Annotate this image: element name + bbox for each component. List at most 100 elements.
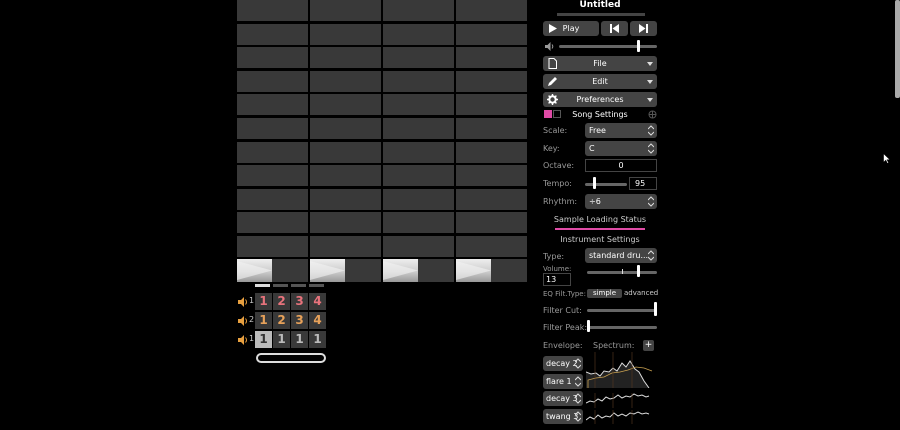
bar-2[interactable] bbox=[310, 0, 381, 282]
pattern-cell[interactable]: 1 bbox=[291, 331, 308, 348]
pattern-cell[interactable]: 3 bbox=[291, 293, 308, 310]
note-cell[interactable] bbox=[310, 23, 381, 45]
note-cell[interactable] bbox=[383, 118, 454, 139]
speaker-icon[interactable] bbox=[237, 296, 249, 308]
instrument-type-select[interactable]: standard dru... bbox=[585, 248, 657, 263]
speaker-icon[interactable] bbox=[237, 334, 249, 346]
spectrum-graph[interactable] bbox=[586, 393, 657, 408]
note-cell[interactable] bbox=[237, 165, 308, 187]
edit-menu[interactable]: Edit bbox=[543, 74, 657, 89]
drum-note[interactable] bbox=[456, 259, 491, 282]
tempo-slider[interactable] bbox=[585, 183, 627, 186]
note-cell[interactable] bbox=[237, 118, 308, 139]
key-select[interactable]: C bbox=[585, 141, 657, 156]
scale-select[interactable]: Free bbox=[585, 123, 657, 138]
note-cell[interactable] bbox=[310, 118, 381, 139]
note-cell[interactable] bbox=[237, 70, 308, 92]
note-cell[interactable] bbox=[237, 0, 308, 21]
pattern-cell[interactable]: 4 bbox=[309, 293, 326, 310]
envelope-select-2[interactable]: flare 1 bbox=[543, 374, 583, 389]
note-cell[interactable] bbox=[237, 188, 308, 210]
next-bar-button[interactable] bbox=[630, 21, 657, 36]
note-cell[interactable] bbox=[456, 23, 527, 45]
note-cell[interactable] bbox=[237, 23, 308, 45]
expand-icon[interactable] bbox=[648, 110, 657, 119]
play-button[interactable]: Play bbox=[543, 21, 599, 36]
speaker-icon[interactable] bbox=[237, 315, 249, 327]
note-cell[interactable] bbox=[456, 141, 527, 163]
instrument-volume-knob[interactable] bbox=[637, 265, 640, 277]
note-cell[interactable] bbox=[383, 165, 454, 187]
note-cell[interactable] bbox=[310, 47, 381, 69]
note-cell[interactable] bbox=[456, 0, 527, 21]
drum-note[interactable] bbox=[383, 259, 418, 282]
note-cell[interactable] bbox=[310, 236, 381, 257]
drum-note[interactable] bbox=[237, 259, 272, 282]
envelope-select-1[interactable]: decay 2 bbox=[543, 356, 583, 371]
page-scrollbar[interactable] bbox=[895, 0, 900, 98]
note-cell[interactable] bbox=[237, 94, 308, 116]
note-cell[interactable] bbox=[237, 141, 308, 163]
master-volume-knob[interactable] bbox=[637, 40, 640, 52]
pattern-cell[interactable]: 2 bbox=[273, 312, 290, 329]
filter-peak-knob[interactable] bbox=[587, 320, 590, 332]
sample-loading-status[interactable]: Sample Loading Status bbox=[541, 215, 659, 224]
note-cell[interactable] bbox=[310, 0, 381, 21]
add-envelope-button[interactable]: + bbox=[643, 340, 654, 351]
note-cell[interactable] bbox=[237, 236, 308, 257]
note-cell[interactable] bbox=[383, 94, 454, 116]
note-cell[interactable] bbox=[383, 188, 454, 210]
prev-bar-button[interactable] bbox=[601, 21, 628, 36]
pattern-cell-selected[interactable]: 1 bbox=[255, 331, 272, 348]
rhythm-select[interactable]: ÷6 bbox=[585, 194, 657, 209]
note-cell[interactable] bbox=[456, 47, 527, 69]
note-cell[interactable] bbox=[383, 23, 454, 45]
note-cell[interactable] bbox=[383, 141, 454, 163]
note-cell[interactable] bbox=[383, 47, 454, 69]
pattern-cell[interactable]: 1 bbox=[255, 293, 272, 310]
pattern-cell[interactable]: 1 bbox=[255, 312, 272, 329]
eq-simple-button[interactable]: simple bbox=[587, 289, 622, 298]
note-cell[interactable] bbox=[383, 0, 454, 21]
bar-3[interactable] bbox=[383, 0, 454, 282]
note-cell[interactable] bbox=[456, 118, 527, 139]
note-cell[interactable] bbox=[310, 165, 381, 187]
note-cell[interactable] bbox=[383, 70, 454, 92]
spectrum-graph[interactable] bbox=[586, 352, 657, 388]
note-cell[interactable] bbox=[456, 188, 527, 210]
master-volume-slider[interactable] bbox=[559, 45, 657, 48]
tempo-input[interactable]: 95 bbox=[629, 177, 657, 190]
note-cell[interactable] bbox=[456, 236, 527, 257]
tempo-knob[interactable] bbox=[593, 177, 596, 189]
note-cell[interactable] bbox=[456, 94, 527, 116]
spectrum-graph[interactable] bbox=[586, 410, 657, 424]
note-cell[interactable] bbox=[310, 141, 381, 163]
pattern-editor[interactable] bbox=[237, 0, 528, 282]
eq-advanced-button[interactable]: advanced bbox=[624, 289, 658, 298]
bar-4[interactable] bbox=[456, 0, 527, 282]
filter-cut-knob[interactable] bbox=[654, 302, 657, 316]
note-cell[interactable] bbox=[237, 47, 308, 69]
note-cell[interactable] bbox=[310, 212, 381, 234]
instrument-volume-input[interactable]: 13 bbox=[543, 273, 571, 286]
drum-note[interactable] bbox=[310, 259, 345, 282]
octave-input[interactable]: 0 bbox=[585, 159, 657, 172]
envelope-select-4[interactable]: twang 3 bbox=[543, 409, 583, 424]
note-cell[interactable] bbox=[310, 188, 381, 210]
song-title[interactable]: Untitled bbox=[541, 0, 659, 10]
note-cell[interactable] bbox=[383, 212, 454, 234]
filter-peak-slider[interactable] bbox=[587, 326, 657, 329]
bar-1[interactable] bbox=[237, 0, 308, 282]
file-menu[interactable]: File bbox=[543, 56, 657, 71]
pattern-cell[interactable]: 3 bbox=[291, 312, 308, 329]
note-cell[interactable] bbox=[310, 94, 381, 116]
filter-cut-slider[interactable] bbox=[587, 309, 657, 312]
preferences-menu[interactable]: Preferences bbox=[543, 92, 657, 107]
note-cell[interactable] bbox=[383, 236, 454, 257]
pattern-cell[interactable]: 1 bbox=[273, 331, 290, 348]
pattern-cell[interactable]: 1 bbox=[309, 331, 326, 348]
pattern-cell[interactable]: 2 bbox=[273, 293, 290, 310]
note-cell[interactable] bbox=[456, 70, 527, 92]
note-cell[interactable] bbox=[456, 165, 527, 187]
note-cell[interactable] bbox=[310, 70, 381, 92]
